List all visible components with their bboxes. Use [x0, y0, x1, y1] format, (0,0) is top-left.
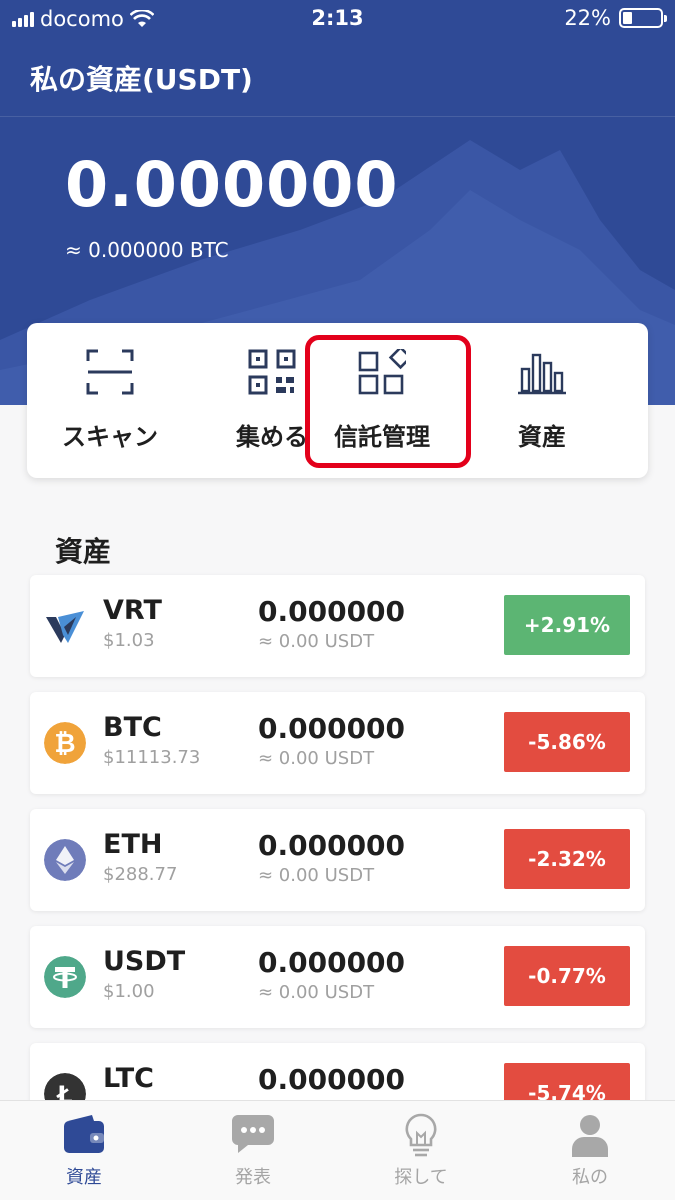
price-change-badge: -5.86% — [504, 712, 630, 772]
bottom-tab-bar: 資産 発表 探して 私の — [0, 1100, 675, 1200]
header-divider — [0, 116, 675, 117]
tab-mine[interactable]: 私の — [506, 1101, 674, 1200]
bitcoin-icon: ₿ — [44, 722, 86, 764]
total-balance: 0.000000 — [65, 148, 399, 221]
bar-chart-icon — [518, 353, 566, 395]
asset-amount: 0.000000 — [258, 595, 406, 628]
tab-announcements[interactable]: 発表 — [169, 1101, 337, 1200]
asset-row-btc[interactable]: ₿ BTC $11113.73 0.000000 ≈ 0.00 USDT -5.… — [30, 692, 645, 794]
tab-explore-label: 探して — [394, 1167, 448, 1188]
tab-mine-label: 私の — [572, 1167, 608, 1188]
scan-icon — [86, 349, 134, 395]
chat-bubble-icon — [232, 1115, 274, 1153]
asset-symbol: BTC — [103, 712, 162, 743]
scan-label: スキャン — [62, 423, 158, 451]
assets-button[interactable]: 資産 — [467, 323, 617, 478]
tab-assets-label: 資産 — [66, 1167, 102, 1188]
price-change-badge: -0.77% — [504, 946, 630, 1006]
vrt-logo-icon — [46, 611, 84, 643]
asset-price: $11113.73 — [103, 747, 201, 768]
asset-row-usdt[interactable]: USDT $1.00 0.000000 ≈ 0.00 USDT -0.77% — [30, 926, 645, 1028]
asset-row-vrt[interactable]: VRT $1.03 0.000000 ≈ 0.00 USDT +2.91% — [30, 575, 645, 677]
asset-price: $288.77 — [103, 864, 178, 885]
status-bar: docomo 2:13 22% — [0, 0, 675, 38]
asset-amount: 0.000000 — [258, 946, 406, 979]
tab-explore[interactable]: 探して — [337, 1101, 505, 1200]
asset-amount: 0.000000 — [258, 829, 406, 862]
tab-assets[interactable]: 資産 — [0, 1101, 168, 1200]
asset-usdt-value: ≈ 0.00 USDT — [258, 982, 375, 1003]
person-icon — [572, 1115, 608, 1157]
asset-symbol: VRT — [103, 595, 162, 626]
btc-equivalent: ≈ 0.000000 BTC — [65, 238, 229, 262]
page-title: 私の資産(USDT) — [30, 63, 253, 96]
wallet-icon — [64, 1115, 104, 1153]
battery-percent: 22% — [564, 6, 611, 30]
tether-icon — [44, 956, 86, 998]
price-change-badge: +2.91% — [504, 595, 630, 655]
asset-amount: 0.000000 — [258, 1063, 406, 1096]
ethereum-icon — [44, 839, 86, 881]
price-change-badge: -2.32% — [504, 829, 630, 889]
qr-code-icon — [248, 349, 296, 395]
asset-usdt-value: ≈ 0.00 USDT — [258, 748, 375, 769]
svg-text:₿: ₿ — [54, 729, 75, 759]
asset-usdt-value: ≈ 0.00 USDT — [258, 631, 375, 652]
asset-price: $1.03 — [103, 630, 155, 651]
assets-section-title: 資産 — [55, 535, 112, 568]
lightbulb-icon — [405, 1113, 437, 1157]
asset-usdt-value: ≈ 0.00 USDT — [258, 865, 375, 886]
asset-amount: 0.000000 — [258, 712, 406, 745]
asset-price: $1.00 — [103, 981, 155, 1002]
asset-symbol: USDT — [103, 946, 186, 977]
asset-symbol: ETH — [103, 829, 163, 860]
tab-announcements-label: 発表 — [235, 1167, 271, 1188]
asset-row-eth[interactable]: ETH $288.77 0.000000 ≈ 0.00 USDT -2.32% — [30, 809, 645, 911]
highlight-box — [305, 335, 471, 468]
assets-label: 資産 — [518, 423, 566, 451]
battery-icon — [619, 8, 667, 28]
scan-button[interactable]: スキャン — [35, 323, 185, 478]
asset-symbol: LTC — [103, 1063, 154, 1094]
